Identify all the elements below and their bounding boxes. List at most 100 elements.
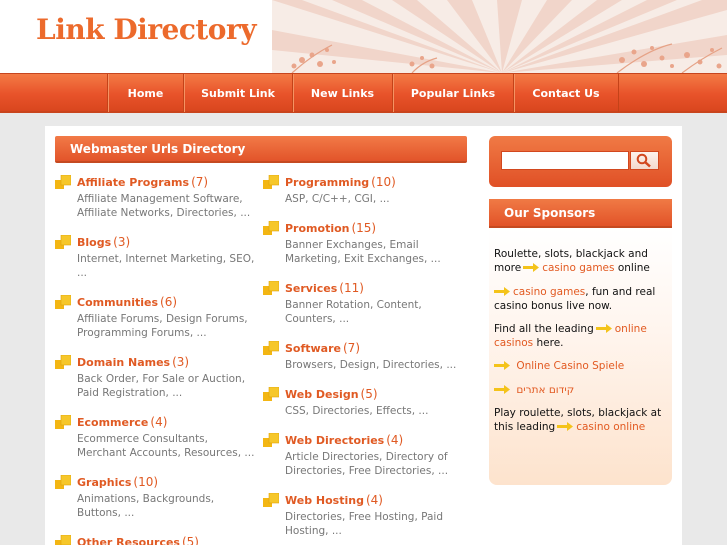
nav-home[interactable]: Home: [107, 74, 183, 112]
subcategory-list[interactable]: Directories, Free Hosting, Paid Hosting,…: [285, 511, 467, 538]
folder-icon: [263, 387, 279, 401]
subcategory-list[interactable]: ASP, C/C++, CGI, ...: [285, 193, 467, 207]
sponsor-item: Find all the leading online casinos here.: [494, 322, 670, 350]
nav-submit-link[interactable]: Submit Link: [183, 74, 292, 112]
category-link[interactable]: Communities: [77, 296, 158, 309]
folder-icon: [55, 175, 71, 189]
category-link[interactable]: Web Hosting: [285, 494, 364, 507]
category-count: (11): [339, 281, 364, 295]
folder-icon: [263, 493, 279, 507]
category-count: (6): [160, 295, 178, 309]
sponsor-item: Online Casino Spiele: [494, 359, 670, 373]
subcategory-list[interactable]: Internet, Internet Marketing, SEO, ...: [77, 253, 259, 280]
sponsor-link[interactable]: casino games: [513, 286, 585, 298]
category-count: (3): [172, 355, 190, 369]
sponsor-item: casino games, fun and real casino bonus …: [494, 285, 670, 313]
arrow-right-icon: [494, 361, 510, 370]
arrow-right-icon: [494, 287, 510, 296]
category-count: (10): [133, 475, 159, 489]
folder-icon: [55, 475, 71, 489]
search-icon: [636, 153, 651, 168]
subcategory-list[interactable]: Back Order, For Sale or Auction, Paid Re…: [77, 373, 259, 400]
category-link[interactable]: Ecommerce: [77, 416, 148, 429]
nav-contact-us-label: Contact Us: [532, 86, 600, 100]
sponsors-header: Our Sponsors: [489, 199, 672, 228]
category-count: (7): [191, 175, 209, 189]
subcategory-list[interactable]: Banner Rotation, Content, Counters, ...: [285, 299, 467, 326]
sponsor-text: Find all the leading: [494, 323, 594, 335]
site-logo[interactable]: Link Directory: [36, 13, 257, 46]
folder-icon: [55, 235, 71, 249]
subcategory-list[interactable]: Affiliate Forums, Design Forums, Program…: [77, 313, 259, 340]
category-count: (5): [360, 387, 378, 401]
category-link[interactable]: Other Resources: [77, 536, 180, 545]
folder-icon: [263, 281, 279, 295]
arrow-right-icon: [557, 422, 574, 431]
category-link[interactable]: Promotion: [285, 222, 349, 235]
category-link[interactable]: Affiliate Programs: [77, 176, 189, 189]
category-count: (4): [150, 415, 168, 429]
sponsor-text-post: here.: [536, 337, 564, 349]
nav-popular-links[interactable]: Popular Links: [392, 74, 513, 112]
search-input[interactable]: [501, 151, 629, 170]
nav-home-label: Home: [127, 86, 164, 100]
section-title: Webmaster Urls Directory: [70, 142, 246, 156]
section-header: Webmaster Urls Directory: [55, 136, 467, 163]
category-link[interactable]: Services: [285, 282, 337, 295]
sponsor-item: Roulette, slots, blackjack and more casin…: [494, 247, 670, 275]
folder-icon: [55, 355, 71, 369]
subcategory-list[interactable]: Ecommerce Consultants, Merchant Accounts…: [77, 433, 259, 460]
sponsor-item: Play roulette, slots, blackjack at this …: [494, 406, 670, 434]
arrow-right-icon: [494, 385, 510, 394]
subcategory-list[interactable]: Affiliate Management Software, Affiliate…: [77, 193, 259, 220]
category-link[interactable]: Programming: [285, 176, 369, 189]
subcategory-list[interactable]: Browsers, Design, Directories, ...: [285, 359, 467, 373]
folder-icon: [263, 175, 279, 189]
category-count: (4): [386, 433, 404, 447]
folder-icon: [263, 433, 279, 447]
subcategory-list[interactable]: Banner Exchanges, Email Marketing, Exit …: [285, 239, 467, 266]
category-link[interactable]: Domain Names: [77, 356, 170, 369]
sponsor-link[interactable]: קידום אתרים: [516, 384, 574, 396]
main-content: Webmaster Urls Directory Affiliate Progr…: [45, 126, 682, 545]
subcategory-list[interactable]: CSS, Directories, Effects, ...: [285, 405, 467, 419]
category-count: (5): [181, 535, 199, 545]
nav-submit-link-label: Submit Link: [201, 86, 275, 100]
nav-new-links[interactable]: New Links: [292, 74, 392, 112]
category-count: (3): [113, 235, 131, 249]
category-link[interactable]: Blogs: [77, 236, 111, 249]
logo-area: Link Directory: [0, 0, 272, 73]
search-box: [489, 136, 672, 187]
sponsors-title: Our Sponsors: [504, 206, 596, 220]
nav-new-links-label: New Links: [310, 86, 375, 100]
subcategory-list[interactable]: Article Directories, Directory of Direct…: [285, 451, 467, 478]
sponsor-link[interactable]: casino online: [576, 421, 645, 433]
category-link[interactable]: Web Directories: [285, 434, 384, 447]
category-link[interactable]: Web Design: [285, 388, 359, 401]
folder-icon: [55, 415, 71, 429]
category-count: (4): [365, 493, 383, 507]
sponsor-link[interactable]: casino games: [542, 262, 614, 274]
nav-contact-us[interactable]: Contact Us: [513, 74, 619, 112]
subcategory-list[interactable]: Animations, Backgrounds, Buttons, ...: [77, 493, 259, 520]
arrow-right-icon: [523, 263, 540, 272]
header-decoration: [272, 0, 727, 73]
category-count: (7): [343, 341, 360, 355]
category-count: (10): [371, 175, 396, 189]
folder-icon: [55, 535, 71, 545]
nav-popular-links-label: Popular Links: [410, 86, 496, 100]
arrow-right-icon: [595, 324, 612, 333]
sponsor-link[interactable]: Online Casino Spiele: [516, 360, 624, 372]
sponsor-text-post: online: [617, 262, 650, 274]
category-link[interactable]: Software: [285, 342, 341, 355]
folder-icon: [263, 221, 279, 235]
category-link[interactable]: Graphics: [77, 476, 131, 489]
sponsors-panel: Our Sponsors Roulette, slots, blackjack …: [489, 199, 672, 485]
sponsor-item: קידום אתרים: [494, 383, 670, 397]
folder-icon: [263, 341, 279, 355]
site-header: Link Directory: [0, 0, 727, 73]
search-button[interactable]: [630, 151, 659, 170]
folder-icon: [55, 295, 71, 309]
category-count: (15): [351, 221, 377, 235]
main-nav: Home Submit Link New Links Popular Links…: [0, 73, 727, 113]
